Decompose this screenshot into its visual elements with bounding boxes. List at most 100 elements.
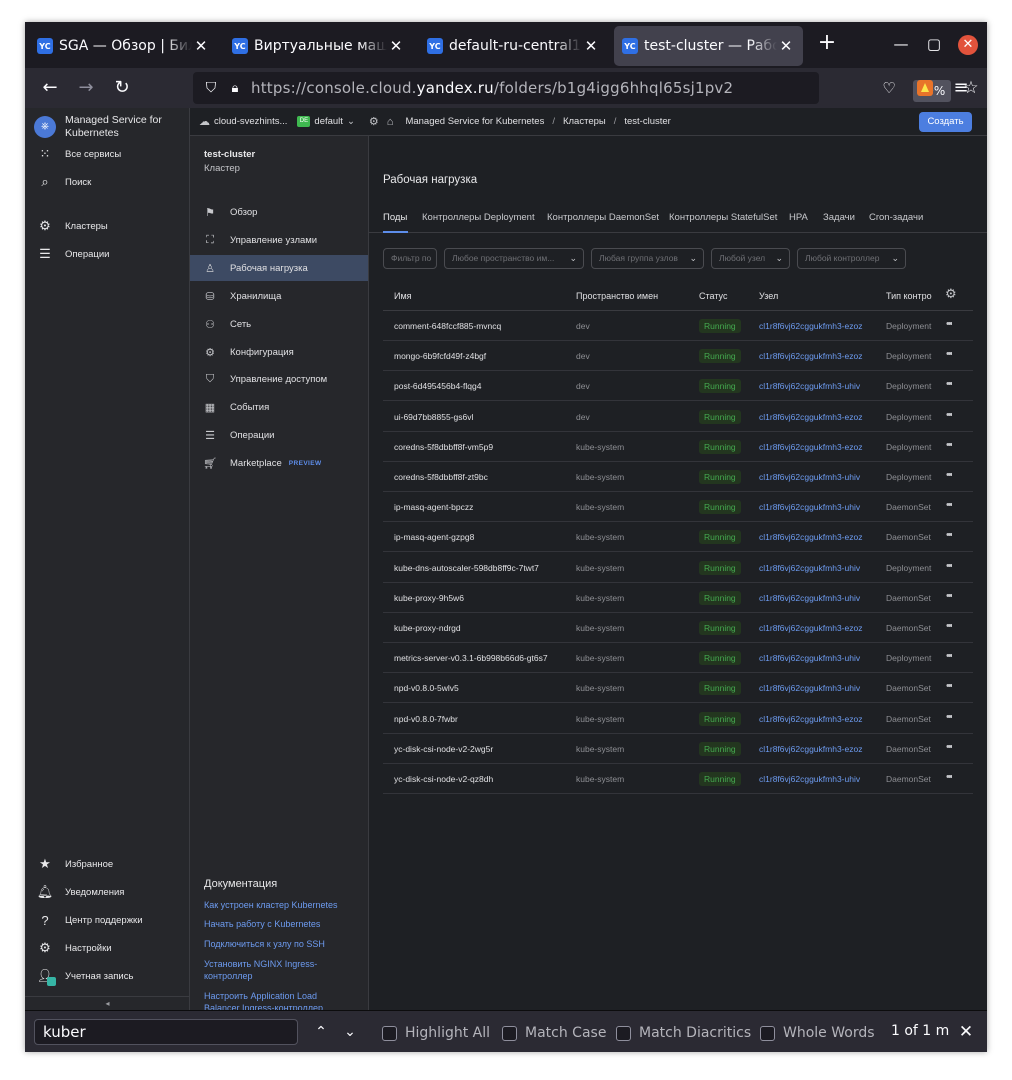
more-actions-icon[interactable]: ••• <box>946 650 952 662</box>
url-text[interactable]: https://console.cloud.yandex.ru/folders/… <box>251 79 733 97</box>
home-icon[interactable]: ⌂ <box>387 116 394 128</box>
menu-item-operations[interactable]: ☰ Операции <box>190 422 368 448</box>
node-link[interactable]: cl1r8f6vj62cggukfmh3-uhiv <box>759 774 875 784</box>
menu-item-storage[interactable]: ⛁ Хранилища <box>190 283 368 309</box>
node-link[interactable]: cl1r8f6vj62cggukfmh3-ezoz <box>759 744 875 754</box>
close-find-bar-icon[interactable]: ✕ <box>955 1021 977 1043</box>
controller-select[interactable]: Любой контроллер ⌄ <box>797 248 906 269</box>
table-row[interactable]: post-6d495456b4-flqg4 dev Running cl1r8f6vj… <box>383 371 973 402</box>
doc-link[interactable]: Начать работу с Kubernetes <box>204 918 354 930</box>
address-bar[interactable]: ⛉ 🔒︎ https://console.cloud.yandex.ru/fol… <box>193 72 979 104</box>
more-actions-icon[interactable]: ••• <box>946 771 952 783</box>
pod-name[interactable]: yc-disk-csi-node-v2-qz8dh <box>394 774 570 784</box>
highlight-all-checkbox[interactable]: Highlight All <box>382 1023 490 1043</box>
node-link[interactable]: cl1r8f6vj62cggukfmh3-uhiv <box>759 653 875 663</box>
menu-item-node-management[interactable]: ⛶ Управление узлами <box>190 227 368 253</box>
menu-item-events[interactable]: ▦ События <box>190 394 368 420</box>
table-row[interactable]: ip-masq-agent-bpczz kube-system Running cl1… <box>383 492 973 523</box>
table-row[interactable]: coredns-5f8dbbff8f-zt9bc kube-system Runni… <box>383 462 973 492</box>
column-namespace[interactable]: Пространство имен <box>576 291 658 301</box>
find-next-icon[interactable]: ⌄ <box>338 1021 362 1045</box>
menu-item-marketplace[interactable]: 🛒︎ Marketplace PREVIEW <box>190 450 368 476</box>
table-row[interactable]: npd-v0.8.0-5wlv5 kube-system Running cl1r8f… <box>383 673 973 704</box>
menu-item-network[interactable]: ⚇ Сеть <box>190 311 368 337</box>
tab-hpa[interactable]: HPA <box>789 212 808 223</box>
table-row[interactable]: comment-648fccf885-mvncq dev Running cl1r8f… <box>383 311 973 341</box>
collapse-sidebar-button[interactable]: ◂ <box>25 996 190 1010</box>
table-row[interactable]: npd-v0.8.0-7fwbr kube-system Running cl1r8f… <box>383 704 973 734</box>
more-actions-icon[interactable]: ••• <box>946 620 952 632</box>
more-actions-icon[interactable]: ••• <box>946 680 952 692</box>
pod-name[interactable]: post-6d495456b4-flqg4 <box>394 381 570 391</box>
pod-name[interactable]: kube-dns-autoscaler-598db8ff9c-7twt7 <box>394 563 570 573</box>
maximize-icon[interactable]: ▢ <box>924 34 944 54</box>
breadcrumb-section[interactable]: Кластеры <box>563 116 606 127</box>
pod-name[interactable]: npd-v0.8.0-7fwbr <box>394 714 570 724</box>
menu-item-overview[interactable]: ⚑ Обзор <box>190 199 368 225</box>
sidebar-item-favorites[interactable]: ★ Избранное <box>25 852 190 876</box>
more-actions-icon[interactable]: ••• <box>946 590 952 602</box>
lock-icon[interactable]: 🔒︎ <box>225 81 245 96</box>
pod-name[interactable]: comment-648fccf885-mvncq <box>394 321 570 331</box>
column-status[interactable]: Статус <box>699 291 727 301</box>
kubernetes-icon[interactable]: ⎈ <box>34 116 56 138</box>
extension-icon[interactable] <box>911 74 939 102</box>
column-name[interactable]: Имя <box>394 291 412 301</box>
node-link[interactable]: cl1r8f6vj62cggukfmh3-ezoz <box>759 412 875 422</box>
match-case-checkbox[interactable]: Match Case <box>502 1023 606 1043</box>
node-link[interactable]: cl1r8f6vj62cggukfmh3-uhiv <box>759 683 875 693</box>
reload-icon[interactable]: ↻ <box>108 74 136 102</box>
table-row[interactable]: kube-dns-autoscaler-598db8ff9c-7twt7 kube… <box>383 553 973 583</box>
more-actions-icon[interactable]: ••• <box>946 318 952 330</box>
node-link[interactable]: cl1r8f6vj62cggukfmh3-uhiv <box>759 381 875 391</box>
tab-cronjobs[interactable]: Cron-задачи <box>869 212 923 223</box>
more-actions-icon[interactable]: ••• <box>946 409 952 421</box>
doc-link[interactable]: Подключиться к узлу по SSH <box>204 938 354 950</box>
window-close-icon[interactable]: ✕ <box>958 35 978 55</box>
sidebar-item-settings[interactable]: ⚙ Настройки <box>25 936 190 960</box>
node-group-select[interactable]: Любая группа узлов ⌄ <box>591 248 704 269</box>
close-tab-icon[interactable]: ✕ <box>777 37 795 55</box>
more-actions-icon[interactable]: ••• <box>946 741 952 753</box>
sidebar-item-account[interactable]: 👤︎ Учетная запись <box>25 964 190 988</box>
breadcrumb-cloud[interactable]: cloud-svezhints... <box>214 116 287 127</box>
node-link[interactable]: cl1r8f6vj62cggukfmh3-uhiv <box>759 563 875 573</box>
find-input[interactable]: kuber <box>34 1019 298 1045</box>
node-link[interactable]: cl1r8f6vj62cggukfmh3-ezoz <box>759 442 875 452</box>
table-row[interactable]: yc-disk-csi-node-v2-2wg5r kube-system Runn… <box>383 734 973 764</box>
product-name[interactable]: Managed Service for Kubernetes <box>65 114 185 140</box>
column-node[interactable]: Узел <box>759 291 778 301</box>
node-link[interactable]: cl1r8f6vj62cggukfmh3-uhiv <box>759 502 875 512</box>
pod-name[interactable]: kube-proxy-ndrgd <box>394 623 570 633</box>
doc-link[interactable]: Установить NGINX Ingress-контроллер <box>204 958 334 982</box>
node-link[interactable]: cl1r8f6vj62cggukfmh3-ezoz <box>759 321 875 331</box>
pod-name[interactable]: coredns-5f8dbbff8f-zt9bc <box>394 472 570 482</box>
pod-name[interactable]: mongo-6b9fcfd49f-z4bgf <box>394 351 570 361</box>
table-row[interactable]: kube-proxy-9h5w6 kube-system Running cl1r8f… <box>383 583 973 613</box>
pod-name[interactable]: ui-69d7bb8855-gs6vl <box>394 412 570 422</box>
whole-words-checkbox[interactable]: Whole Words <box>760 1023 875 1043</box>
create-button[interactable]: Создать <box>919 112 972 132</box>
close-tab-icon[interactable]: ✕ <box>582 37 600 55</box>
sidebar-item-notifications[interactable]: 🔔︎ Уведомления <box>25 880 190 904</box>
breadcrumb-service[interactable]: Managed Service for Kubernetes <box>405 116 544 127</box>
pod-name[interactable]: coredns-5f8dbbff8f-vm5p9 <box>394 442 570 452</box>
find-previous-icon[interactable]: ⌃ <box>309 1021 333 1045</box>
more-actions-icon[interactable]: ••• <box>946 469 952 481</box>
table-row[interactable]: kube-proxy-ndrgd kube-system Running cl1r8f… <box>383 613 973 643</box>
breadcrumb-folder[interactable]: default <box>314 116 343 127</box>
sidebar-item-search[interactable]: ⌕ Поиск <box>25 170 190 194</box>
node-link[interactable]: cl1r8f6vj62cggukfmh3-uhiv <box>759 472 875 482</box>
more-actions-icon[interactable]: ••• <box>946 560 952 572</box>
sidebar-item-clusters[interactable]: ⚙ Кластеры <box>25 214 190 238</box>
pocket-icon[interactable]: ♡ <box>875 74 903 102</box>
menu-item-configuration[interactable]: ⚙ Конфигурация <box>190 339 368 365</box>
pod-name[interactable]: yc-disk-csi-node-v2-2wg5r <box>394 744 570 754</box>
menu-icon[interactable]: ≡ <box>947 74 975 102</box>
menu-item-access[interactable]: ⛉ Управление доступом <box>190 366 368 392</box>
sidebar-item-operations[interactable]: ☰ Операции <box>25 242 190 266</box>
minimize-icon[interactable]: — <box>891 34 911 54</box>
pod-name[interactable]: ip-masq-agent-gzpg8 <box>394 532 570 542</box>
name-filter-input[interactable]: Фильтр по <box>383 248 437 269</box>
gear-icon[interactable]: ⚙ <box>945 287 957 302</box>
